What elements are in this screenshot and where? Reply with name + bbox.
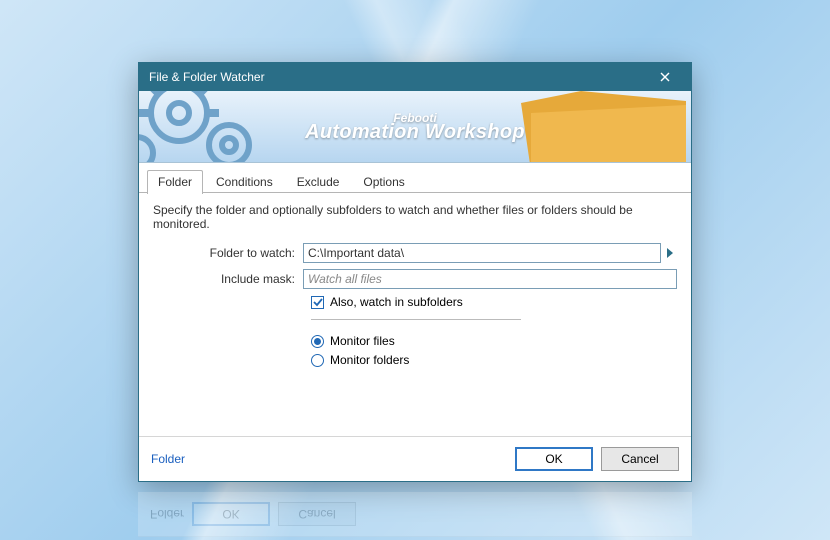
folder-to-watch-label: Folder to watch:: [153, 246, 303, 260]
monitor-folders-radio[interactable]: Monitor folders: [311, 353, 677, 367]
watch-subfolders-checkbox[interactable]: Also, watch in subfolders: [311, 295, 677, 309]
folder-to-watch-input[interactable]: [303, 243, 661, 263]
tab-folder[interactable]: Folder: [147, 170, 203, 194]
tabstrip: Folder Conditions Exclude Options: [139, 163, 691, 193]
include-mask-input[interactable]: [303, 269, 677, 289]
tab-exclude[interactable]: Exclude: [286, 170, 351, 194]
tab-options[interactable]: Options: [352, 170, 415, 194]
help-link[interactable]: Folder: [151, 452, 185, 466]
browse-folder-button[interactable]: [663, 243, 677, 263]
close-icon: [660, 72, 670, 82]
radio-icon: [311, 335, 324, 348]
checkbox-icon: [311, 296, 324, 309]
monitor-files-radio[interactable]: Monitor files: [311, 334, 677, 348]
monitor-folders-label: Monitor folders: [330, 353, 409, 367]
tab-conditions[interactable]: Conditions: [205, 170, 284, 194]
ok-button[interactable]: OK: [515, 447, 593, 471]
monitor-files-label: Monitor files: [330, 334, 395, 348]
brand-text: Febooti Automation Workshop: [139, 111, 691, 144]
brand-big: Automation Workshop: [139, 121, 691, 144]
watch-subfolders-label: Also, watch in subfolders: [330, 295, 463, 309]
tab-description: Specify the folder and optionally subfol…: [153, 203, 677, 231]
radio-icon: [311, 354, 324, 367]
divider: [311, 319, 521, 320]
window-title: File & Folder Watcher: [149, 70, 647, 84]
cancel-button[interactable]: Cancel: [601, 447, 679, 471]
tab-panel-folder: Specify the folder and optionally subfol…: [139, 193, 691, 436]
close-button[interactable]: [647, 66, 683, 88]
dialog-footer: Folder OK Cancel: [139, 436, 691, 481]
chevron-right-icon: [666, 247, 674, 259]
banner: Febooti Automation Workshop: [139, 91, 691, 163]
dialog-window: File & Folder Watcher: [138, 62, 692, 482]
include-mask-label: Include mask:: [153, 272, 303, 286]
titlebar: File & Folder Watcher: [139, 63, 691, 91]
